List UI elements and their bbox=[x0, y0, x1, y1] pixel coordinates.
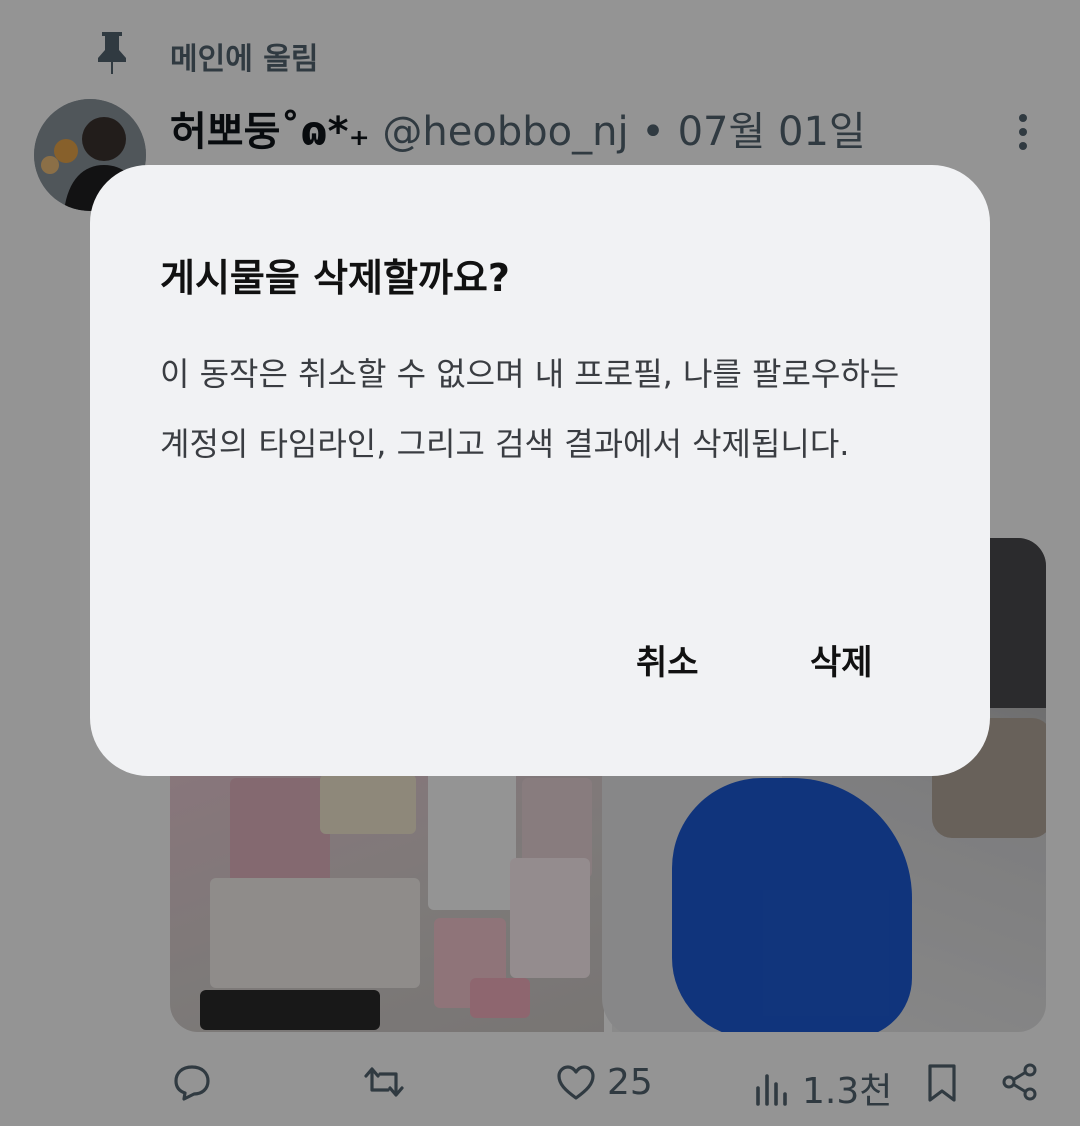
dialog-title: 게시물을 삭제할까요? bbox=[160, 256, 510, 300]
delete-button[interactable]: 삭제 bbox=[800, 629, 883, 690]
delete-post-dialog: 게시물을 삭제할까요? 이 동작은 취소할 수 없으며 내 프로필, 나를 팔로… bbox=[90, 165, 990, 776]
dialog-message: 이 동작은 취소할 수 없으며 내 프로필, 나를 팔로우하는 계정의 타임라인… bbox=[160, 355, 900, 463]
cancel-button[interactable]: 취소 bbox=[626, 629, 709, 690]
